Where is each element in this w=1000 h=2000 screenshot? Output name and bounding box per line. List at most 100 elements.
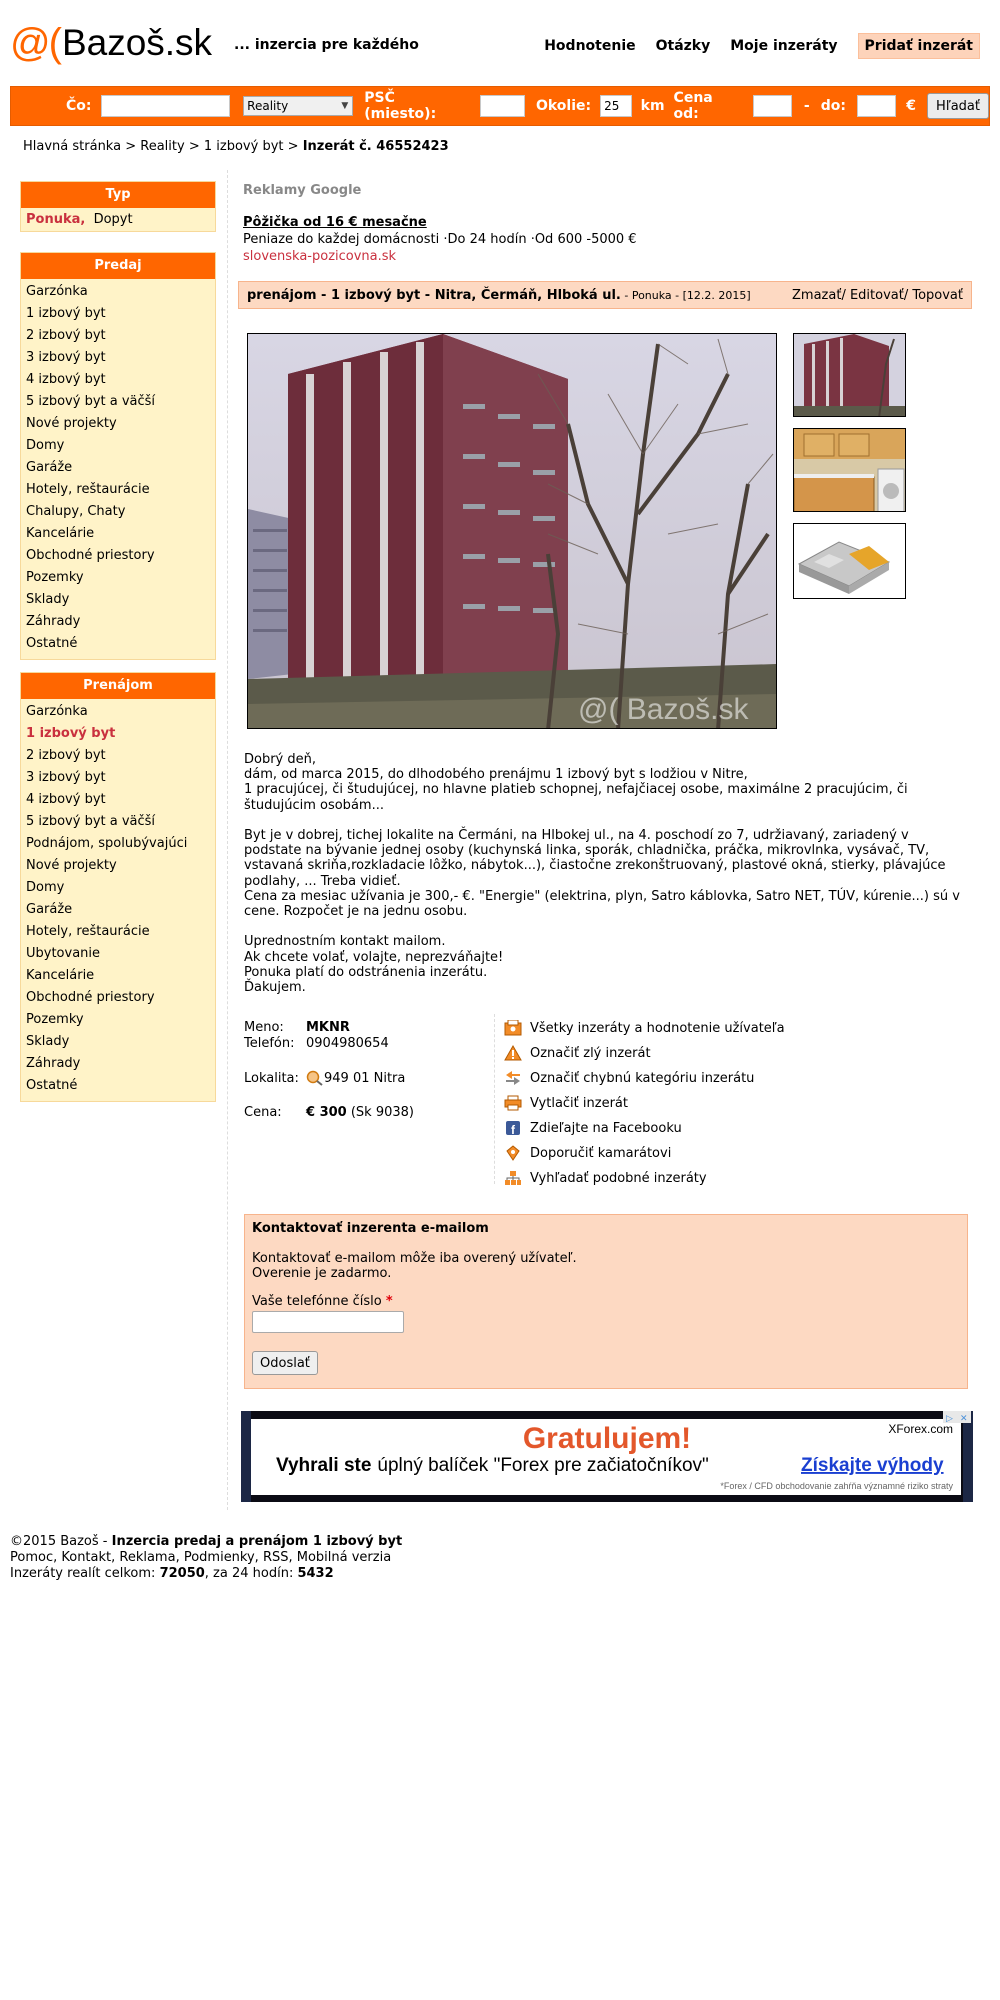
sidebar-predaj-item[interactable]: Garáže: [21, 457, 215, 479]
sidebar-predaj-item[interactable]: 4 izbový byt: [21, 369, 215, 391]
sidebar-prenajom-item[interactable]: 2 izbový byt: [21, 745, 215, 767]
text-ad-title[interactable]: Pôžička od 16 € mesačne: [243, 214, 637, 231]
sidebar-predaj-item[interactable]: Pozemky: [21, 567, 215, 589]
price-value: € 300: [306, 1105, 347, 1120]
sidebar-predaj-item[interactable]: 5 izbový byt a väčší: [21, 391, 215, 413]
link-facebook[interactable]: f Zdieľajte na Facebooku: [504, 1120, 682, 1137]
link-wrong-category[interactable]: Označiť chybnú kategóriu inzerátu: [504, 1070, 754, 1086]
breadcrumb-1-izbovy[interactable]: 1 izbový byt: [204, 139, 284, 154]
sidebar-prenajom-item[interactable]: Ostatné: [21, 1075, 215, 1097]
footer-stats-mid: , za 24 hodín:: [204, 1566, 298, 1581]
footer-stats-total: 72050: [159, 1566, 205, 1581]
sidebar-prenajom-item[interactable]: 5 izbový byt a väčší: [21, 811, 215, 833]
submit-button[interactable]: Odoslať: [252, 1351, 318, 1375]
footer-links[interactable]: Pomoc, Kontakt, Reklama, Podmienky, RSS,…: [10, 1550, 402, 1566]
currency-label: €: [906, 98, 917, 114]
sidebar-prenajom-item[interactable]: Podnájom, spolubývajúci: [21, 833, 215, 855]
sidebar-prenajom-title: Prenájom: [21, 673, 215, 699]
category-select-value: Reality: [247, 99, 289, 113]
price-dash: -: [803, 98, 810, 114]
sidebar-predaj-item[interactable]: Kancelárie: [21, 523, 215, 545]
sidebar-prenajom-item[interactable]: Obchodné priestory: [21, 987, 215, 1009]
sidebar-predaj-list: Garzónka 1 izbový byt 2 izbový byt 3 izbový…: [21, 279, 215, 659]
map-search-icon[interactable]: [306, 1070, 324, 1086]
sidebar-predaj-item[interactable]: 2 izbový byt: [21, 325, 215, 347]
sidebar-prenajom-item[interactable]: Ubytovanie: [21, 943, 215, 965]
breadcrumb-reality[interactable]: Reality: [140, 139, 184, 154]
banner-ad[interactable]: Gratulujem! XForex.com Vyhrali ste úplný …: [241, 1411, 973, 1502]
sidebar-prenajom-item[interactable]: Domy: [21, 877, 215, 899]
psc-input[interactable]: [479, 95, 525, 117]
okolie-input[interactable]: 25: [600, 95, 632, 117]
footer-stats-24h: 5432: [297, 1566, 334, 1581]
banner-title: Gratulujem!: [523, 1422, 691, 1455]
sidebar-prenajom-item[interactable]: Garáže: [21, 899, 215, 921]
sidebar-predaj-item[interactable]: Sklady: [21, 589, 215, 611]
category-select[interactable]: Reality ▼: [243, 96, 354, 116]
thumbnail-3[interactable]: [793, 523, 906, 599]
sidebar-prenajom-item[interactable]: Sklady: [21, 1031, 215, 1053]
thumbnail-building: [794, 334, 905, 416]
sidebar-prenajom-item[interactable]: Záhrady: [21, 1053, 215, 1075]
text-ad-url[interactable]: slovenska-pozicovna.sk: [243, 248, 637, 265]
nav-hodnotenie[interactable]: Hodnotenie: [544, 38, 635, 54]
phone-input[interactable]: [252, 1311, 404, 1333]
sidebar-predaj-title: Predaj: [21, 253, 215, 279]
sidebar-prenajom-item[interactable]: 3 izbový byt: [21, 767, 215, 789]
sidebar-typ: Typ Ponuka, Dopyt: [20, 181, 216, 232]
sidebar-prenajom-item[interactable]: Kancelárie: [21, 965, 215, 987]
text-ad[interactable]: Pôžička od 16 € mesačne Peniaze do každe…: [243, 214, 637, 265]
sidebar-prenajom-item[interactable]: Hotely, reštaurácie: [21, 921, 215, 943]
thumbnail-1[interactable]: [793, 333, 906, 417]
sidebar-prenajom-item[interactable]: Pozemky: [21, 1009, 215, 1031]
sidebar-prenajom-item[interactable]: 4 izbový byt: [21, 789, 215, 811]
location-link[interactable]: 949 01 Nitra: [324, 1071, 405, 1086]
sidebar-prenajom-item[interactable]: Nové projekty: [21, 855, 215, 877]
add-listing-button[interactable]: Pridať inzerát: [857, 33, 980, 59]
breadcrumb: Hlavná stránka > Reality > 1 izbový byt …: [23, 139, 449, 154]
logo[interactable]: @( Bazoš.sk: [10, 20, 212, 66]
sidebar-predaj-item[interactable]: Nové projekty: [21, 413, 215, 435]
main-photo[interactable]: @( Bazoš.sk: [247, 333, 777, 729]
required-mark: *: [385, 1294, 393, 1309]
link-report-bad[interactable]: Označiť zlý inzerát: [504, 1044, 651, 1061]
sidebar-predaj-item[interactable]: Záhrady: [21, 611, 215, 633]
price-to-input[interactable]: [856, 95, 897, 117]
footer-copyright: ©2015 Bazoš -: [10, 1534, 112, 1549]
sidebar-predaj-item[interactable]: Chalupy, Chaty: [21, 501, 215, 523]
sidebar-prenajom: Prenájom Garzónka 1 izbový byt 2 izbový by…: [20, 672, 216, 1102]
typ-row: Ponuka, Dopyt: [21, 208, 215, 231]
phone-field-label: Vaše telefónne číslo: [252, 1294, 382, 1309]
breadcrumb-separator: >: [188, 139, 200, 154]
nav-otazky[interactable]: Otázky: [656, 38, 711, 54]
search-input[interactable]: [100, 95, 231, 117]
link-user-listings[interactable]: Všetky inzeráty a hodnotenie užívateľa: [504, 1019, 785, 1036]
sidebar-predaj-item[interactable]: 1 izbový byt: [21, 303, 215, 325]
banner-ad-graphic: Gratulujem! XForex.com Vyhrali ste úplný …: [241, 1411, 973, 1502]
sidebar-predaj-item[interactable]: Domy: [21, 435, 215, 457]
do-label: do:: [820, 98, 846, 114]
sidebar-predaj-item[interactable]: Garzónka: [21, 281, 215, 303]
link-report-bad-label: Označiť zlý inzerát: [530, 1045, 651, 1061]
sidebar-prenajom-item[interactable]: 1 izbový byt: [21, 723, 215, 745]
nav-moje-inzeraty[interactable]: Moje inzeráty: [730, 38, 837, 54]
sidebar-predaj-item[interactable]: Hotely, reštaurácie: [21, 479, 215, 501]
listing-actions[interactable]: Zmazať/ Editovať/ Topovať: [792, 288, 963, 303]
cena-od-label: Cena od:: [673, 90, 713, 122]
sidebar-predaj: Predaj Garzónka 1 izbový byt 2 izbový byt 3…: [20, 252, 216, 660]
price-from-input[interactable]: [752, 95, 792, 117]
link-similar[interactable]: Vyhľadať podobné inzeráty: [504, 1170, 707, 1186]
sidebar-predaj-item[interactable]: Obchodné priestory: [21, 545, 215, 567]
breadcrumb-home[interactable]: Hlavná stránka: [23, 139, 121, 154]
psc-label: PSČ (miesto):: [364, 90, 437, 122]
svg-text:Vyhrali steúplný balíček "Fore: Vyhrali ste úplný balíček "Forex pre zači…: [276, 1455, 709, 1476]
typ-dopyt-link[interactable]: Dopyt: [94, 212, 133, 227]
search-button[interactable]: Hľadať: [927, 93, 989, 119]
sidebar-prenajom-item[interactable]: Garzónka: [21, 701, 215, 723]
sidebar-predaj-item[interactable]: 3 izbový byt: [21, 347, 215, 369]
typ-ponuka-link[interactable]: Ponuka,: [26, 212, 85, 227]
link-print[interactable]: Vytlačiť inzerát: [504, 1095, 628, 1111]
sidebar-predaj-item[interactable]: Ostatné: [21, 633, 215, 655]
link-recommend[interactable]: Doporučiť kamarátovi: [504, 1145, 671, 1161]
thumbnail-2[interactable]: [793, 428, 906, 512]
